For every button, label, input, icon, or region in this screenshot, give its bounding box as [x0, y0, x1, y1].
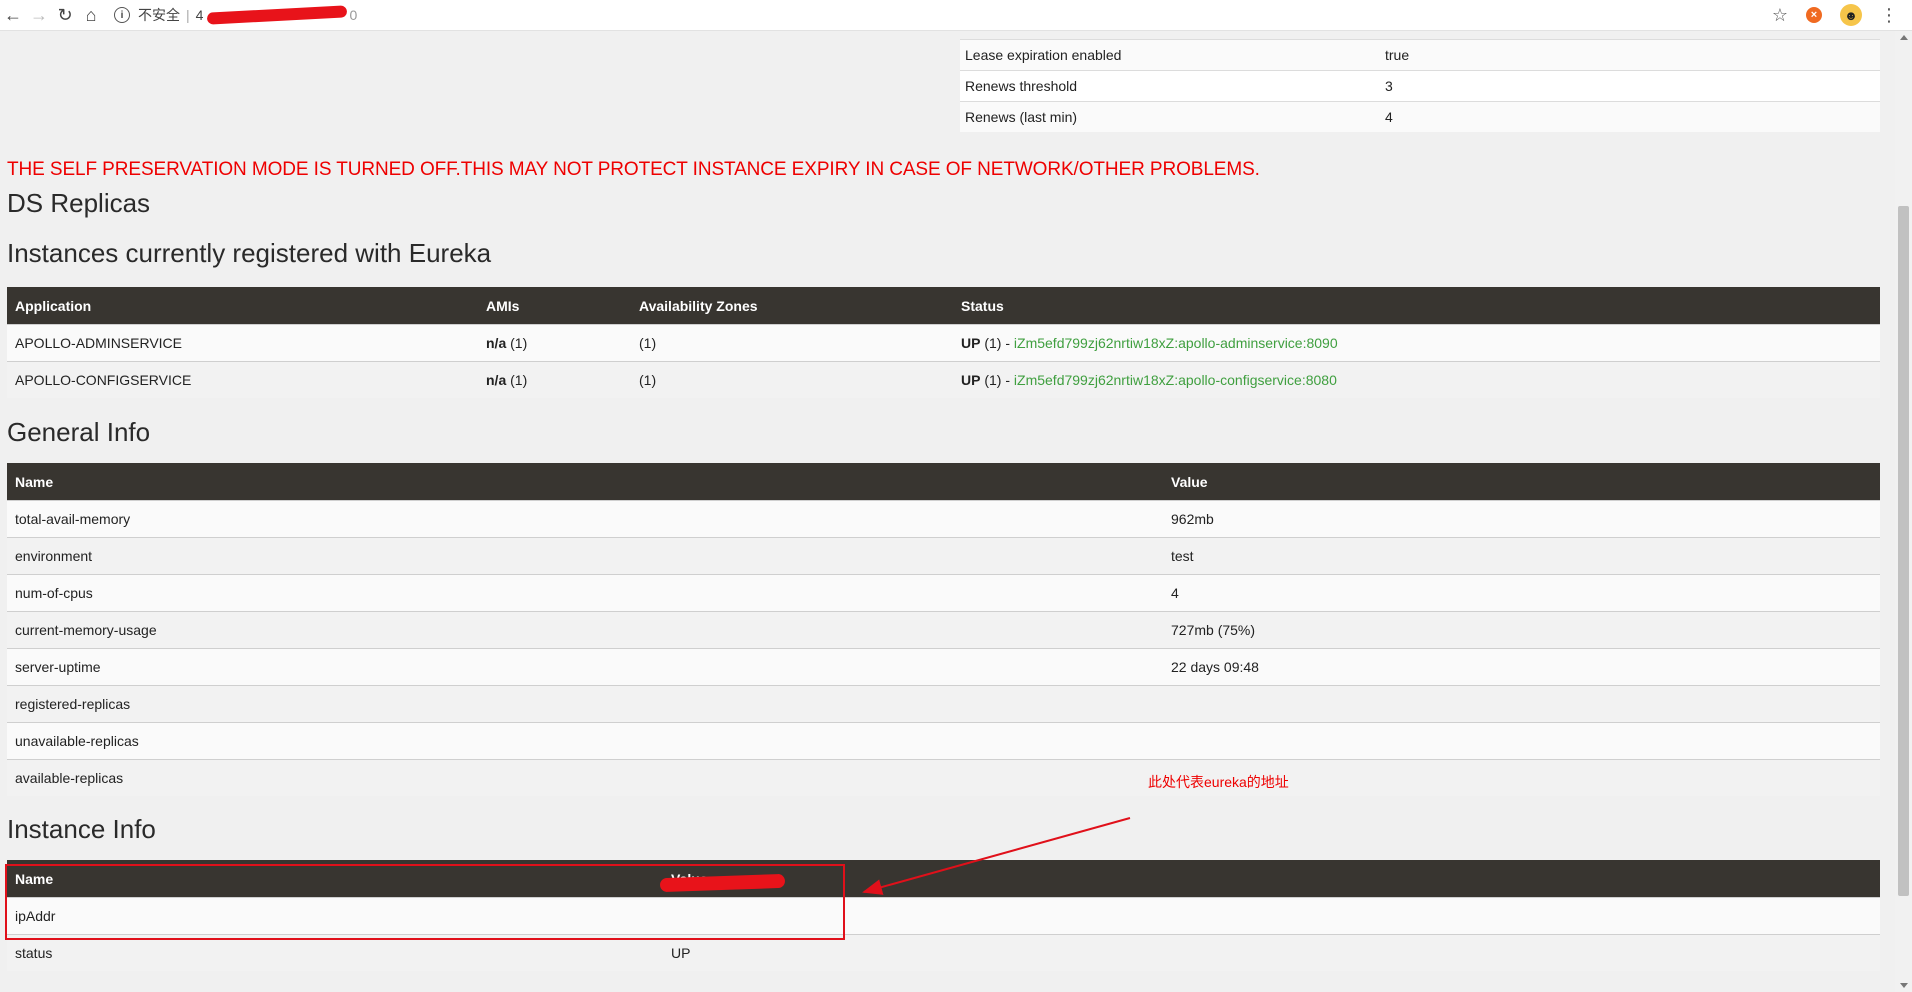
lease-row: Lease expiration enabled true	[960, 39, 1880, 71]
table-row: server-uptime 22 days 09:48	[7, 648, 1880, 686]
annotation-note: 此处代表eureka的地址	[1148, 774, 1289, 790]
self-preservation-warning: THE SELF PRESERVATION MODE IS TURNED OFF…	[7, 159, 1260, 180]
general-info-table: Name Value total-avail-memory 962mb environ…	[7, 463, 1880, 796]
info-value	[1163, 685, 1880, 723]
ami-cell: n/a (1)	[478, 361, 631, 398]
lease-name: Renews threshold	[960, 70, 1380, 102]
info-value	[1163, 722, 1880, 760]
column-header: Availability Zones	[631, 287, 953, 325]
column-header: Value	[663, 860, 1880, 898]
scroll-down-icon[interactable]	[1900, 983, 1908, 988]
info-name: num-of-cpus	[7, 574, 1163, 612]
lease-value: 4	[1380, 101, 1880, 132]
info-icon[interactable]: i	[114, 7, 130, 23]
table-row: current-memory-usage 727mb (75%)	[7, 611, 1880, 649]
info-name: total-avail-memory	[7, 500, 1163, 538]
status-cell: UP (1) - iZm5efd799zj62nrtiw18xZ:apollo-…	[953, 361, 1880, 398]
instances-table: Application AMIs Availability Zones Status …	[7, 287, 1880, 398]
table-row: total-avail-memory 962mb	[7, 500, 1880, 538]
ami-count: (1)	[506, 335, 528, 351]
instance-link[interactable]: iZm5efd799zj62nrtiw18xZ:apollo-adminserv…	[1014, 335, 1338, 351]
instance-info-heading: Instance Info	[7, 814, 156, 844]
availability-zones: (1)	[631, 361, 953, 398]
general-info-heading: General Info	[7, 417, 151, 447]
menu-kebab-icon[interactable]: ⋮	[1880, 5, 1898, 26]
bookmark-star-icon[interactable]: ☆	[1772, 5, 1788, 26]
url-prefix: 4	[195, 7, 204, 23]
scrollbar-thumb[interactable]	[1898, 206, 1909, 896]
lease-row: Renews (last min) 4	[960, 101, 1880, 132]
url-redaction	[207, 5, 348, 25]
table-row: registered-replicas	[7, 685, 1880, 723]
info-value: 962mb	[1163, 500, 1880, 538]
table-row: num-of-cpus 4	[7, 574, 1880, 612]
info-value: test	[1163, 537, 1880, 575]
table-row: available-replicas	[7, 759, 1880, 796]
application-name: APOLLO-CONFIGSERVICE	[7, 361, 478, 398]
instance-link[interactable]: iZm5efd799zj62nrtiw18xZ:apollo-configser…	[1014, 372, 1337, 388]
info-name: environment	[7, 537, 1163, 575]
status-value: UP	[961, 372, 981, 388]
lease-value: true	[1380, 39, 1880, 71]
address-bar[interactable]: i 不安全 | 4 0	[114, 2, 1772, 28]
info-name: current-memory-usage	[7, 611, 1163, 649]
page-content: Lease expiration enabled true Renews thres…	[0, 31, 1895, 992]
ami-value: n/a	[486, 372, 507, 388]
info-value: 727mb (75%)	[1163, 611, 1880, 649]
info-value	[663, 897, 1880, 935]
column-header: AMIs	[478, 287, 631, 325]
lease-value: 3	[1380, 70, 1880, 102]
info-value: 22 days 09:48	[1163, 648, 1880, 686]
info-name: registered-replicas	[7, 685, 1163, 723]
ami-value: n/a	[486, 335, 507, 351]
status-value: UP	[961, 335, 981, 351]
url-suffix: 0	[349, 7, 358, 23]
status-cell: UP (1) - iZm5efd799zj62nrtiw18xZ:apollo-…	[953, 324, 1880, 362]
home-icon[interactable]: ⌂	[78, 2, 104, 28]
availability-zones: (1)	[631, 324, 953, 362]
lease-name: Renews (last min)	[960, 101, 1380, 132]
back-arrow-icon[interactable]: ←	[0, 2, 26, 28]
column-header: Application	[7, 287, 478, 325]
column-header: Name	[7, 463, 1163, 501]
table-row: environment test	[7, 537, 1880, 575]
ami-count: (1)	[506, 372, 528, 388]
reload-icon[interactable]: ↻	[52, 2, 78, 28]
lease-info-table: Lease expiration enabled true Renews thres…	[960, 39, 1880, 132]
table-row: unavailable-replicas	[7, 722, 1880, 760]
ami-cell: n/a (1)	[478, 324, 631, 362]
ds-replicas-heading: DS Replicas	[7, 188, 151, 218]
application-name: APOLLO-ADMINSERVICE	[7, 324, 478, 362]
instances-heading: Instances currently registered with Eure…	[7, 238, 492, 268]
info-name: server-uptime	[7, 648, 1163, 686]
info-value: 4	[1163, 574, 1880, 612]
info-name: available-replicas	[7, 759, 1163, 796]
status-count: (1) -	[980, 335, 1014, 351]
scroll-up-icon[interactable]	[1900, 35, 1908, 40]
browser-toolbar: ← → ↻ ⌂ i 不安全 | 4 0 ☆ × ☻ ⋮	[0, 0, 1912, 31]
extension-icon[interactable]: ×	[1806, 7, 1822, 23]
forward-arrow-icon[interactable]: →	[26, 2, 52, 28]
column-header: Status	[953, 287, 1880, 325]
table-row: APOLLO-ADMINSERVICE n/a (1) (1) UP (1) - iZ…	[7, 324, 1880, 362]
security-label: 不安全	[138, 7, 180, 23]
address-separator: |	[186, 7, 190, 23]
column-header: Value	[1163, 463, 1880, 501]
table-row: APOLLO-CONFIGSERVICE n/a (1) (1) UP (1) - i…	[7, 361, 1880, 398]
lease-name: Lease expiration enabled	[960, 39, 1380, 71]
info-name: unavailable-replicas	[7, 722, 1163, 760]
info-value: UP	[663, 934, 1880, 971]
profile-avatar-icon[interactable]: ☻	[1840, 4, 1862, 26]
status-count: (1) -	[980, 372, 1014, 388]
lease-row: Renews threshold 3	[960, 70, 1880, 102]
vertical-scrollbar[interactable]	[1895, 31, 1912, 992]
